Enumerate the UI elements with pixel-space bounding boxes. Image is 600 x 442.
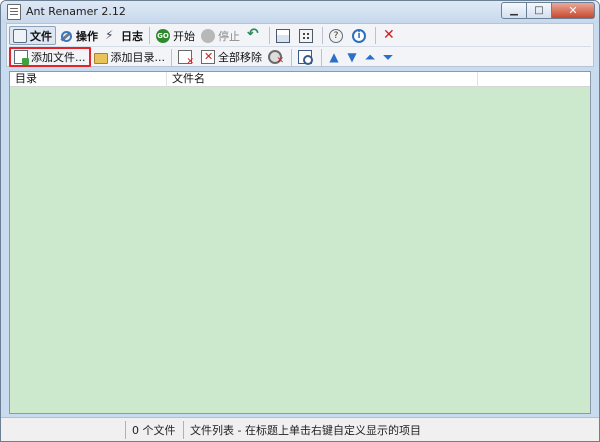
column-header-directory[interactable]: 目录 [10, 72, 167, 87]
exit-x-icon [382, 27, 396, 43]
actions-tab-button[interactable]: 操作 [56, 26, 101, 45]
calculator-icon [299, 28, 313, 43]
folder-icon [93, 52, 108, 64]
window-controls: ▁ □ ✕ [501, 2, 595, 20]
toolbar-area: 文件 操作 日志 GO 开始 停止 [6, 23, 594, 67]
file-tab-button[interactable]: 文件 [9, 26, 56, 45]
toolbar-main: 文件 操作 日志 GO 开始 停止 [9, 25, 402, 46]
actions-tab-label: 操作 [76, 29, 98, 43]
status-hint: 文件列表 - 在标题上单击右键自定义显示的项目 [190, 423, 421, 437]
start-button[interactable]: GO 开始 [153, 26, 198, 45]
toolbar-separator [321, 48, 322, 66]
column-header-filename[interactable]: 文件名 [167, 72, 478, 87]
window-icon [276, 28, 290, 43]
undo-button[interactable] [243, 26, 266, 45]
status-left [1, 420, 126, 439]
toolbar-separator [149, 27, 150, 44]
calculator-button[interactable] [296, 26, 319, 45]
toolbar-separator [322, 27, 323, 44]
add-folder-label: 添加目录... [110, 51, 166, 64]
log-icon [104, 28, 118, 43]
wrench-icon [59, 29, 73, 43]
status-bar: 0 个文件 文件列表 - 在标题上单击右键自定义显示的项目 [1, 417, 599, 441]
move-top-icon[interactable]: ⏶ [362, 50, 378, 65]
close-button[interactable]: ✕ [552, 2, 595, 19]
info-icon: i [352, 28, 366, 43]
title-bar: Ant Renamer 2.12 ▁ □ ✕ [1, 1, 599, 23]
remove-selected-button[interactable] [175, 48, 198, 67]
exit-button[interactable] [379, 26, 402, 45]
app-icon [7, 4, 21, 20]
maximize-button[interactable]: □ [527, 2, 552, 19]
add-file-icon [14, 50, 29, 65]
column-header-extra[interactable] [478, 72, 590, 87]
remove-missing-icon [268, 50, 284, 66]
window-mode-button[interactable] [273, 26, 296, 45]
go-icon: GO [156, 28, 170, 43]
add-files-label: 添加文件... [31, 51, 86, 64]
preview-icon [298, 50, 313, 65]
remove-all-icon [201, 50, 215, 64]
add-files-button[interactable]: 添加文件... [9, 47, 91, 67]
remove-all-label: 全部移除 [218, 51, 262, 64]
toolbar-separator [291, 48, 292, 66]
preview-button[interactable] [295, 48, 318, 67]
toolbar-separator [375, 27, 376, 44]
file-icon [13, 28, 27, 43]
toolbar-separator [269, 27, 270, 44]
file-list[interactable]: 目录 文件名 [9, 71, 591, 414]
help-icon: ? [329, 28, 343, 43]
start-label: 开始 [173, 29, 195, 43]
undo-icon [246, 26, 260, 43]
toolbar-separator [171, 48, 172, 66]
log-tab-button[interactable]: 日志 [101, 26, 146, 45]
add-folder-button[interactable]: 添加目录... [91, 48, 169, 67]
window-title: Ant Renamer 2.12 [26, 5, 126, 18]
minimize-button[interactable]: ▁ [501, 2, 527, 19]
remove-selected-icon [178, 50, 194, 67]
about-button[interactable]: i [349, 26, 372, 45]
list-header: 目录 文件名 [10, 72, 590, 87]
move-up-icon[interactable]: ▲ [326, 50, 342, 64]
stop-label: 停止 [218, 29, 240, 43]
stop-button[interactable]: 停止 [198, 26, 243, 45]
help-button[interactable]: ? [326, 26, 349, 45]
remove-missing-button[interactable] [265, 48, 288, 67]
move-down-icon[interactable]: ▼ [344, 50, 360, 64]
log-tab-label: 日志 [121, 29, 143, 43]
status-file-count: 0 个文件 [126, 420, 184, 439]
remove-all-button[interactable]: 全部移除 [198, 48, 265, 67]
file-tab-label: 文件 [30, 29, 52, 43]
move-bottom-icon[interactable]: ⏷ [380, 50, 396, 65]
stop-icon [201, 28, 215, 43]
toolbar-file: 添加文件... 添加目录... 全部移除 ▲ ▼ [9, 46, 591, 67]
app-window: Ant Renamer 2.12 ▁ □ ✕ 文件 操作 日志 GO 开始 [0, 0, 600, 442]
